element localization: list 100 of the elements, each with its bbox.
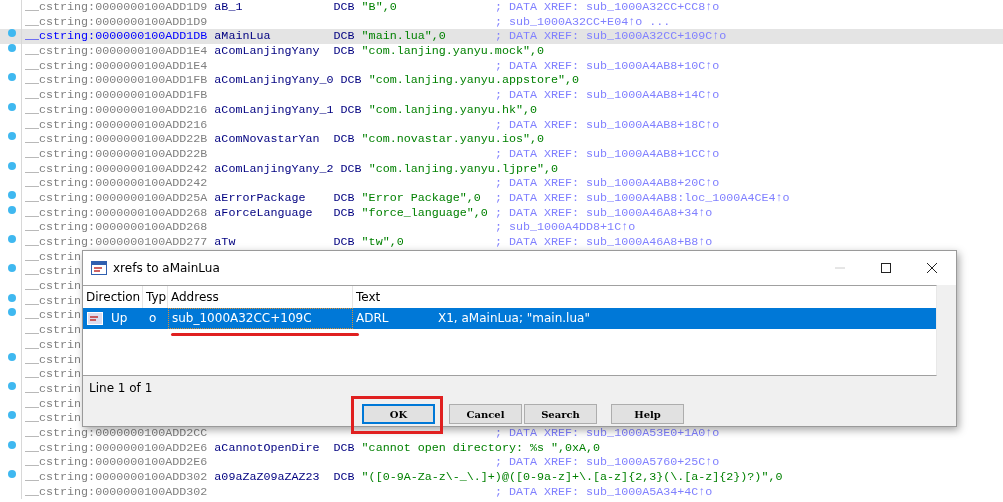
direction-text: Up xyxy=(111,310,128,327)
address-text: __cstring:0000000100ADD1E4 xyxy=(25,44,208,59)
address-text: __cstrin xyxy=(25,381,82,397)
directive-text: DCB xyxy=(333,0,355,15)
address-text: __cstring:0000000100ADD302 xyxy=(25,470,208,485)
address-text: __cstring:0000000100ADD242 xyxy=(25,176,208,191)
dialog-title: xrefs to aMainLua xyxy=(113,261,220,275)
address-text: __cstring:0000000100ADD22B xyxy=(25,146,208,162)
xref-comment: ; DATA XREF: sub_1000A46A8+34↑o xyxy=(494,205,713,221)
address-text: __cstring:0000000100ADD216 xyxy=(25,117,208,133)
maximize-icon[interactable] xyxy=(880,262,892,274)
dialog-button[interactable]: Search xyxy=(524,404,597,424)
address-text: sub_1000A32CC+109C xyxy=(168,308,353,329)
string-operand: "tw",0 xyxy=(361,235,404,250)
label-name: aMainLua xyxy=(214,29,272,45)
dialog-button[interactable]: Help xyxy=(611,404,684,424)
xref-comment: ; DATA XREF: sub_1000A4AB8+14C↑o xyxy=(494,88,720,103)
address-text: __cstring:0000000100ADD1FB xyxy=(25,88,208,103)
close-icon[interactable] xyxy=(926,262,938,274)
address-text: __cstrin xyxy=(25,249,82,265)
address-text: __cstring:0000000100ADD1DB xyxy=(25,29,208,45)
xref-comment: ; DATA XREF: sub_1000A4AB8+18C↑o xyxy=(494,117,720,133)
address-text: __cstrin xyxy=(25,411,82,426)
address-text: __cstring:0000000100ADD2E6 xyxy=(25,455,208,470)
xref-comment: ; DATA XREF: sub_1000A53E0+1A0↑o xyxy=(494,425,720,441)
xref-comment: ; DATA XREF: sub_1000A32CC+CC8↑o xyxy=(494,0,720,15)
xref-icon xyxy=(87,312,103,325)
string-operand: "force_language",0 xyxy=(361,205,488,221)
directive-text: DCB xyxy=(340,102,362,118)
instruction-text: ADRL xyxy=(355,310,390,327)
directive-text: DCB xyxy=(340,73,362,89)
dialog-button[interactable]: Cancel xyxy=(449,404,522,424)
string-operand: "com.novastar.yanyu.ios",0 xyxy=(361,132,544,147)
label-name: aB_1 xyxy=(214,0,244,15)
label-name: aComLanjingYany_2 xyxy=(214,161,334,177)
address-text: __cstring:0000000100ADD22B xyxy=(25,132,208,147)
directive-text: DCB xyxy=(333,29,355,45)
xref-row[interactable]: Up o sub_1000A32CC+109C ADRL X1, aMainLua; "main.lua" xyxy=(83,308,936,329)
directive-text: DCB xyxy=(333,44,355,59)
directive-text: DCB xyxy=(340,161,362,177)
string-operand: "com.lanjing.yanyu.hk",0 xyxy=(368,102,537,118)
xref-comment: ; DATA XREF: sub_1000A4AB8+20C↑o xyxy=(494,176,720,191)
directive-text: DCB xyxy=(333,190,355,206)
xref-comment: ; DATA XREF: sub_1000A4AB8+1CC↑o xyxy=(494,146,720,162)
address-text: __cstring:0000000100ADD242 xyxy=(25,161,208,177)
address-text: __cstring:0000000100ADD1D9 xyxy=(25,0,208,15)
xref-comment: ; DATA XREF: sub_1000A46A8+B8↑o xyxy=(494,235,713,250)
xref-comment: ; DATA XREF: sub_1000A5A34+4C↑o xyxy=(494,484,713,500)
directive-text: DCB xyxy=(333,440,355,456)
address-text: __cstring:0000000100ADD25A xyxy=(25,190,208,206)
xref-comment: ; DATA XREF: sub_1000A5760+25C↑o xyxy=(494,455,720,470)
address-text: __cstrin xyxy=(25,352,82,368)
address-text: __cstrin xyxy=(25,264,82,280)
directive-text: DCB xyxy=(333,470,355,485)
label-name: aTw xyxy=(214,235,237,250)
xref-comment: ; sub_1000A32CC+E04↑o ... xyxy=(494,14,671,30)
xref-comment: ; DATA XREF: sub_1000A4AB8+10C↑o xyxy=(494,58,720,74)
string-operand: "B",0 xyxy=(361,0,397,15)
string-operand: "main.lua",0 xyxy=(361,29,446,45)
address-text: __cstring:0000000100ADD1FB xyxy=(25,73,208,89)
address-text: __cstring:0000000100ADD216 xyxy=(25,102,208,118)
label-name: a09aZaZ09aZAZ23 xyxy=(214,470,321,485)
label-name: aComLanjingYany xyxy=(214,44,321,59)
status-text: Line 1 of 1 xyxy=(89,381,153,395)
xref-comment: ; sub_1000A4DD8+1C↑o xyxy=(494,220,636,235)
address-text: __cstrin xyxy=(25,293,82,309)
column-header[interactable]: Text xyxy=(353,286,553,308)
address-text: __cstrin xyxy=(25,367,82,382)
string-operand: "Error Package",0 xyxy=(361,190,481,206)
xref-comment: ; DATA XREF: sub_1000A32CC+109C↑o xyxy=(494,29,727,45)
address-text: __cstring:0000000100ADD302 xyxy=(25,484,208,500)
xref-comment: ; DATA XREF: sub_1000A4AB8:loc_1000A4CE4↑o xyxy=(494,190,790,206)
string-operand: "cannot open directory: %s ",0xA,0 xyxy=(361,440,601,456)
address-text: __cstring:0000000100ADD1E4 xyxy=(25,58,208,74)
address-text: __cstrin xyxy=(25,337,82,353)
address-text: __cstrin xyxy=(25,279,82,294)
string-operand: "com.lanjing.yanyu.ljpre",0 xyxy=(368,161,558,177)
address-text: __cstring:0000000100ADD268 xyxy=(25,205,208,221)
label-name: aComLanjingYany_1 xyxy=(214,102,334,118)
address-text: __cstring:0000000100ADD1D9 xyxy=(25,14,208,30)
address-text: __cstring:0000000100ADD2CC xyxy=(25,425,208,441)
operands-text: X1, aMainLua; "main.lua" xyxy=(437,310,590,327)
label-name: aErrorPackage xyxy=(214,190,307,206)
address-text: __cstrin xyxy=(25,396,82,412)
directive-text: DCB xyxy=(333,235,355,250)
address-text: __cstring:0000000100ADD277 xyxy=(25,235,208,250)
address-text: __cstring:0000000100ADD2E6 xyxy=(25,440,208,456)
address-text: __cstrin xyxy=(25,308,82,324)
window-icon xyxy=(91,261,107,275)
label-name: aForceLanguage xyxy=(214,205,314,221)
directive-text: DCB xyxy=(333,132,355,147)
string-operand: "([0-9A-Za-z\-_\.]+)@([0-9a-z]+\.[a-z]{2,3}(\.[a-z]{2})?)",0 xyxy=(361,470,783,485)
dialog-button[interactable]: OK xyxy=(362,404,435,424)
address-text: __cstring:0000000100ADD268 xyxy=(25,220,208,235)
label-name: aCannotOpenDire xyxy=(214,440,321,456)
address-text: __cstrin xyxy=(25,323,82,338)
type-text: o xyxy=(148,310,158,327)
label-name: aComNovastarYan xyxy=(214,132,321,147)
string-operand: "com.lanjing.yanyu.appstore",0 xyxy=(368,73,580,89)
string-operand: "com.lanjing.yanyu.mock",0 xyxy=(361,44,544,59)
